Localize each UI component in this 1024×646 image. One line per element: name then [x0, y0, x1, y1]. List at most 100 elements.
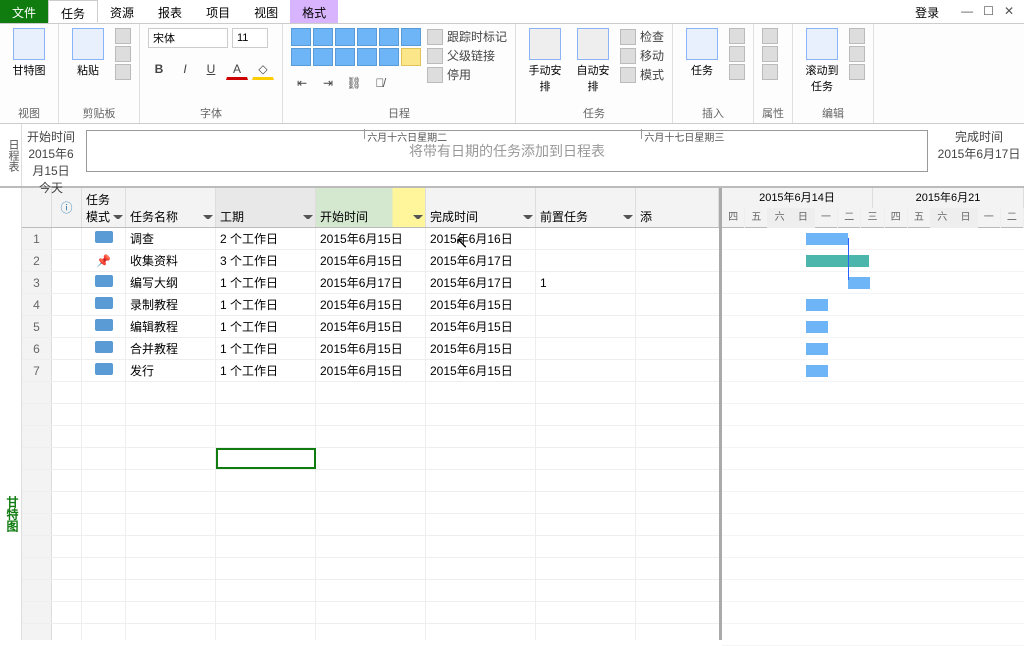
gantt-bar[interactable]	[806, 365, 828, 377]
gantt-bar[interactable]	[806, 255, 869, 267]
insert-summary-button[interactable]	[729, 28, 745, 44]
table-row[interactable]	[22, 470, 719, 492]
cell-duration[interactable]	[216, 382, 316, 403]
cell-info[interactable]	[52, 338, 82, 359]
col-mode[interactable]: 任务模式	[82, 188, 126, 227]
gantt-bar[interactable]	[848, 277, 870, 289]
cell-predecessor[interactable]: 1	[536, 272, 636, 293]
cell-duration[interactable]	[216, 448, 316, 469]
cell-predecessor[interactable]	[536, 294, 636, 315]
cell-duration[interactable]: 2 个工作日	[216, 228, 316, 249]
cell-mode[interactable]	[82, 228, 126, 249]
format-painter-button[interactable]	[115, 64, 131, 80]
table-row[interactable]	[22, 404, 719, 426]
cell-duration[interactable]	[216, 580, 316, 601]
row-number[interactable]	[22, 624, 52, 640]
cell-duration[interactable]	[216, 492, 316, 513]
row-number[interactable]	[22, 492, 52, 513]
row-number[interactable]	[22, 602, 52, 623]
font-color-button[interactable]: A	[226, 58, 248, 80]
cell-mode[interactable]: 📌	[82, 250, 126, 271]
font-family-select[interactable]	[148, 28, 228, 48]
cell-info[interactable]	[52, 294, 82, 315]
cell-start[interactable]: 2015年6月15日	[316, 338, 426, 359]
row-number[interactable]	[22, 514, 52, 535]
cell-mode[interactable]	[82, 360, 126, 381]
cell-info[interactable]	[52, 250, 82, 271]
tab-file[interactable]: 文件	[0, 0, 48, 23]
row-number[interactable]: 2	[22, 250, 52, 271]
timeline-bar[interactable]: 六月十六日星期二 六月十七日星期三 将带有日期的任务添加到日程表	[86, 130, 928, 172]
col-name[interactable]: 任务名称	[126, 188, 216, 227]
tab-resource[interactable]: 资源	[98, 0, 146, 23]
table-row[interactable]: 5编辑教程1 个工作日2015年6月15日2015年6月15日	[22, 316, 719, 338]
cell-duration[interactable]: 3 个工作日	[216, 250, 316, 271]
cell-duration[interactable]	[216, 536, 316, 557]
cell-name[interactable]: 调查	[126, 228, 216, 249]
cell-end[interactable]: 2015年6月15日	[426, 316, 536, 337]
cell-start[interactable]: 2015年6月15日	[316, 360, 426, 381]
fill-color-button[interactable]: ◇	[252, 58, 274, 80]
cell-start[interactable]: 2015年6月17日	[316, 272, 426, 293]
row-number[interactable]	[22, 558, 52, 579]
col-duration[interactable]: 工期	[216, 188, 316, 227]
tab-format[interactable]: 格式	[290, 0, 338, 23]
link-button[interactable]: ⛓	[343, 72, 365, 94]
window-close-icon[interactable]: ✕	[1004, 4, 1014, 19]
table-row[interactable]	[22, 426, 719, 448]
col-end[interactable]: 完成时间	[426, 188, 536, 227]
cell-start[interactable]: 2015年6月15日	[316, 294, 426, 315]
cell-name[interactable]: 收集资料	[126, 250, 216, 271]
table-row[interactable]	[22, 536, 719, 558]
row-number[interactable]: 7	[22, 360, 52, 381]
indent-button[interactable]: ⇥	[317, 72, 339, 94]
cell-duration[interactable]	[216, 624, 316, 640]
cell-duration[interactable]: 1 个工作日	[216, 338, 316, 359]
cell-end[interactable]: 2015年6月15日	[426, 338, 536, 359]
manual-schedule-button[interactable]: 手动安排	[524, 28, 566, 94]
scroll-to-task-button[interactable]: 滚动到任务	[801, 28, 843, 94]
table-row[interactable]	[22, 382, 719, 404]
table-row[interactable]: 2 📌收集资料3 个工作日2015年6月15日2015年6月17日	[22, 250, 719, 272]
cell-end[interactable]: 2015年6月15日	[426, 360, 536, 381]
notes-button[interactable]	[762, 46, 778, 62]
cell-name[interactable]: 录制教程	[126, 294, 216, 315]
cell-mode[interactable]	[82, 338, 126, 359]
gantt-view-button[interactable]: 甘特图	[8, 28, 50, 78]
gantt-bar[interactable]	[806, 321, 828, 333]
italic-button[interactable]: I	[174, 58, 196, 80]
cell-name[interactable]: 发行	[126, 360, 216, 381]
cell-end[interactable]: 2015年6月17日	[426, 250, 536, 271]
row-number[interactable]	[22, 404, 52, 425]
table-row[interactable]	[22, 602, 719, 624]
cell-start[interactable]: 2015年6月15日	[316, 250, 426, 271]
cell-duration[interactable]: 1 个工作日	[216, 360, 316, 381]
cell-duration[interactable]: 1 个工作日	[216, 294, 316, 315]
row-number[interactable]	[22, 448, 52, 469]
table-row[interactable]: 4录制教程1 个工作日2015年6月15日2015年6月15日	[22, 294, 719, 316]
progress-preset-grid[interactable]	[291, 28, 421, 66]
cell-info[interactable]	[52, 360, 82, 381]
info-button[interactable]	[762, 28, 778, 44]
col-predecessor[interactable]: 前置任务	[536, 188, 636, 227]
cut-button[interactable]	[115, 28, 131, 44]
table-row[interactable]	[22, 514, 719, 536]
row-number[interactable]: 4	[22, 294, 52, 315]
table-row[interactable]	[22, 624, 719, 640]
row-number[interactable]	[22, 382, 52, 403]
cell-duration[interactable]	[216, 514, 316, 535]
cell-end[interactable]: 2015年6月17日	[426, 272, 536, 293]
cell-predecessor[interactable]	[536, 316, 636, 337]
cell-duration[interactable]	[216, 470, 316, 491]
cell-duration[interactable]	[216, 404, 316, 425]
cell-mode[interactable]	[82, 294, 126, 315]
row-number[interactable]: 3	[22, 272, 52, 293]
insert-milestone-button[interactable]	[729, 46, 745, 62]
cell-predecessor[interactable]	[536, 250, 636, 271]
table-row[interactable]	[22, 492, 719, 514]
cell-mode[interactable]	[82, 316, 126, 337]
tab-view[interactable]: 视图	[242, 0, 290, 23]
bold-button[interactable]: B	[148, 58, 170, 80]
row-number[interactable]: 6	[22, 338, 52, 359]
cell-name[interactable]: 编写大纲	[126, 272, 216, 293]
